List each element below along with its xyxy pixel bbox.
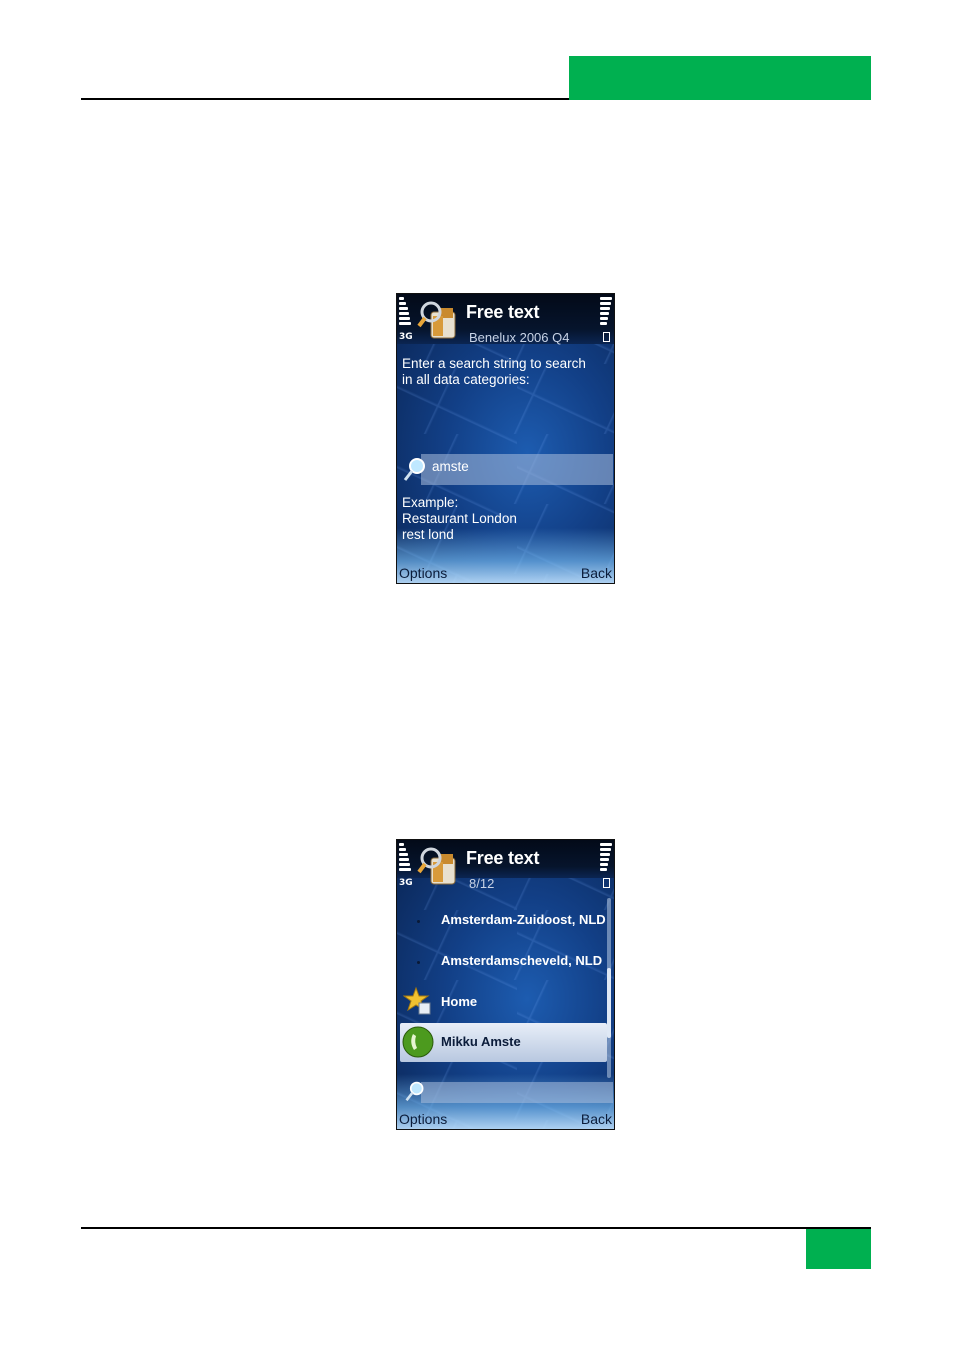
signal-strength-icon	[399, 297, 411, 327]
options-softkey[interactable]: Options	[399, 1111, 447, 1127]
scrollbar[interactable]	[607, 898, 611, 1078]
footer-rule	[81, 1227, 871, 1229]
list-item[interactable]: Amsterdamscheveld, NLD	[441, 953, 602, 968]
search-input[interactable]	[421, 1082, 613, 1103]
bullet-icon	[417, 961, 420, 964]
header-green-bar	[569, 56, 871, 100]
battery-level-icon	[600, 297, 612, 327]
magnifier-icon	[405, 1081, 424, 1102]
result-counter: 8/12	[469, 876, 495, 891]
screen-title: Free text	[466, 848, 540, 868]
options-softkey[interactable]: Options	[399, 565, 447, 581]
screen-subtitle: Benelux 2006 Q4	[469, 330, 570, 345]
battery-icon	[603, 878, 610, 888]
star-icon	[403, 986, 431, 1015]
status-header: 3G Free text 8/12	[397, 840, 614, 891]
search-input-value[interactable]: amste	[432, 459, 469, 474]
phone-screen-results: 3G Free text 8/12 Amsterdam-Zuidoost, NL…	[396, 839, 615, 1130]
phone-screen-search: 3G Free text Benelux 2006 Q4 Enter a sea…	[396, 293, 615, 584]
instruction-line-2: in all data categories:	[402, 372, 530, 387]
list-item[interactable]: Amsterdam-Zuidoost, NLD	[441, 912, 606, 927]
bullet-icon	[417, 920, 420, 923]
example-line-1: Restaurant London	[402, 511, 517, 526]
list-item[interactable]: Mikku Amste	[441, 1034, 521, 1049]
back-softkey[interactable]: Back	[581, 565, 612, 581]
battery-icon	[603, 332, 610, 342]
instruction-line-1: Enter a search string to search	[402, 356, 586, 371]
footer-green-box	[806, 1229, 871, 1269]
magnifier-icon	[403, 458, 425, 481]
search-app-icon	[417, 847, 456, 885]
list-item[interactable]: Home	[441, 994, 477, 1009]
search-app-icon	[417, 301, 456, 339]
back-softkey[interactable]: Back	[581, 1111, 612, 1127]
network-indicator: 3G	[399, 878, 413, 888]
example-title: Example:	[402, 495, 459, 510]
status-header: 3G Free text Benelux 2006 Q4	[397, 294, 614, 345]
scrollbar-thumb[interactable]	[607, 968, 611, 1038]
screen-title: Free text	[466, 302, 540, 322]
example-line-2: rest lond	[402, 527, 454, 542]
header-rule	[81, 98, 569, 100]
network-indicator: 3G	[399, 332, 413, 342]
signal-strength-icon	[399, 843, 411, 873]
phone-icon	[402, 1026, 434, 1058]
battery-level-icon	[600, 843, 612, 873]
